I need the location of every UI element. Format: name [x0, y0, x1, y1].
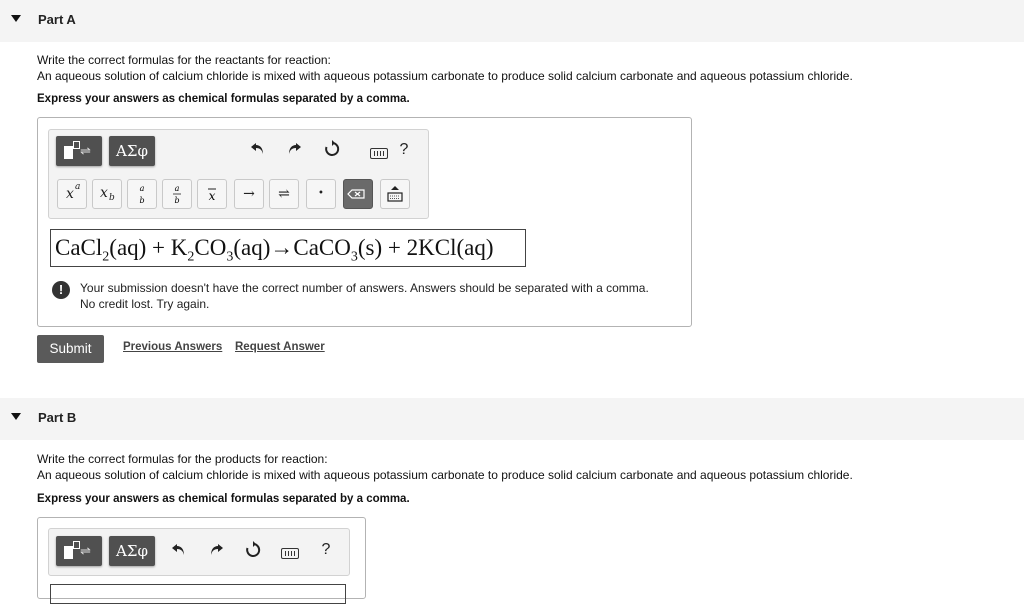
keyboard-shortcuts-icon[interactable] [281, 548, 299, 559]
templates-button[interactable]: ⇌ [56, 536, 102, 566]
answer-input[interactable]: CaCl2(aq) + K2CO3(aq)→CaCO3(s) + 2KCl(aq… [50, 229, 526, 267]
part-a-instruction: Express your answers as chemical formula… [37, 93, 410, 105]
subscript-base: x [100, 185, 108, 201]
keyboard-toggle-button[interactable] [380, 179, 410, 209]
template-box-icon [64, 546, 73, 559]
superscript-base: x [66, 186, 74, 202]
overbar-button[interactable]: x [197, 179, 227, 209]
answer-text: CO [194, 235, 227, 260]
backspace-button[interactable] [343, 179, 373, 209]
svg-text:a: a [140, 184, 145, 193]
answer-input[interactable] [50, 584, 346, 604]
reaction-arrow-button[interactable]: → [234, 179, 264, 209]
answer-text: (aq)→CaCO [233, 235, 351, 260]
svg-text:x: x [209, 189, 216, 203]
svg-text:b: b [174, 196, 179, 205]
svg-text:a: a [175, 184, 180, 193]
part-a-prompt-line1: Write the correct formulas for the react… [37, 53, 331, 67]
answer-text: (s) + 2KCl(aq) [357, 235, 494, 260]
greek-symbols-button[interactable]: ΑΣφ [109, 136, 155, 166]
warning-icon: ! [52, 281, 70, 299]
fraction-button[interactable]: a b [127, 179, 157, 209]
part-b-prompt-line2: An aqueous solution of calcium chloride … [37, 468, 853, 482]
svg-text:b: b [139, 196, 144, 205]
stacked-fraction-button[interactable]: a b [162, 179, 192, 209]
part-b-instruction: Express your answers as chemical formula… [37, 493, 410, 505]
part-a-prompt-line2: An aqueous solution of calcium chloride … [37, 69, 853, 83]
dot-button[interactable]: • [306, 179, 336, 209]
part-b-answer-box: ⇌ ΑΣφ ? [37, 517, 366, 604]
feedback-line2: No credit lost. Try again. [80, 297, 210, 311]
feedback-line1: Your submission doesn't have the correct… [80, 281, 649, 295]
templates-button[interactable]: ⇌ [56, 136, 102, 166]
reset-icon[interactable] [320, 140, 344, 163]
subscript-button[interactable]: x b [92, 179, 122, 209]
math-toolbar: ⇌ ΑΣφ ? [48, 528, 350, 576]
part-b-prompt-line1: Write the correct formulas for the produ… [37, 452, 328, 466]
template-small-box-icon [73, 141, 80, 149]
answer-text: CaCl [55, 235, 103, 260]
fraction-icon: a b [139, 184, 145, 205]
previous-answers-link[interactable]: Previous Answers [123, 341, 222, 353]
request-answer-link[interactable]: Request Answer [235, 341, 325, 353]
math-toolbar: ⇌ ΑΣφ ? x a x b a b a b x → ⇌ • [48, 129, 429, 219]
redo-icon[interactable] [282, 140, 306, 161]
undo-icon[interactable] [167, 541, 191, 562]
collapse-caret-icon[interactable] [11, 15, 21, 22]
redo-icon[interactable] [204, 541, 228, 562]
feedback-message: Your submission doesn't have the correct… [80, 280, 649, 312]
keyboard-shortcuts-icon[interactable] [370, 148, 388, 159]
collapse-caret-icon[interactable] [11, 413, 21, 420]
undo-icon[interactable] [246, 140, 270, 161]
template-equilibrium-icon: ⇌ [80, 143, 91, 158]
help-button[interactable]: ? [314, 541, 338, 559]
submit-button[interactable]: Submit [37, 335, 104, 363]
answer-text: (aq) + K [109, 235, 188, 260]
superscript-exp: a [75, 182, 81, 192]
template-box-icon [64, 146, 73, 159]
subscript-sub: b [109, 193, 115, 203]
equilibrium-arrow-button[interactable]: ⇌ [269, 179, 299, 209]
part-b-header[interactable]: Part B [0, 398, 1024, 440]
superscript-button[interactable]: x a [57, 179, 87, 209]
part-a-header[interactable]: Part A [0, 0, 1024, 42]
part-a-title: Part A [38, 12, 76, 27]
greek-symbols-button[interactable]: ΑΣφ [109, 536, 155, 566]
stacked-fraction-icon: a b [173, 184, 181, 205]
help-button[interactable]: ? [392, 141, 416, 159]
keyboard-toggle-icon [387, 186, 403, 202]
backspace-icon [347, 189, 365, 199]
answer-subscript: 3 [350, 249, 358, 265]
template-small-box-icon [73, 541, 80, 549]
overbar-icon: x [208, 188, 216, 203]
template-equilibrium-icon: ⇌ [80, 543, 91, 558]
part-b-title: Part B [38, 410, 77, 425]
reset-icon[interactable] [241, 541, 265, 564]
part-a-answer-box: ⇌ ΑΣφ ? x a x b a b a b x → ⇌ • CaCl2(aq… [37, 117, 692, 327]
